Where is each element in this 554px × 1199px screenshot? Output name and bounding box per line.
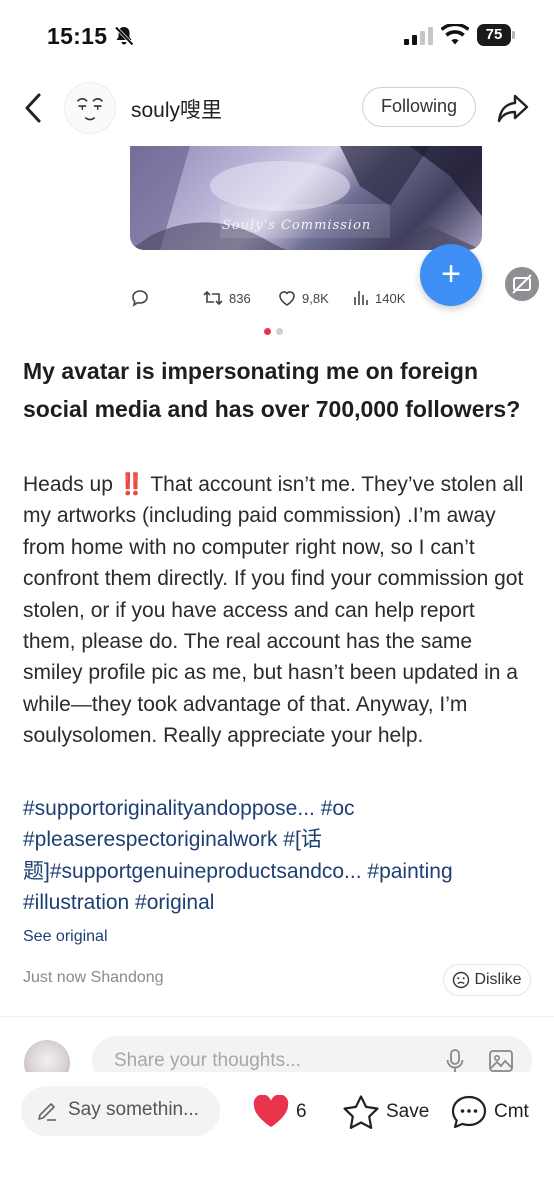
image-icon[interactable]: [488, 1048, 514, 1074]
dislike-label: Dislike: [474, 971, 522, 988]
post-body: Heads up ‼️ That account isn’t me. They’…: [23, 469, 533, 752]
author-name[interactable]: souly嗖里: [131, 94, 222, 124]
status-time: 15:15: [47, 23, 108, 49]
carousel-indicator: [264, 328, 288, 336]
bell-off-icon: [114, 26, 134, 46]
reply-stat: [130, 286, 150, 310]
author-avatar[interactable]: [64, 82, 116, 134]
media-area: Souly's Commission + 836 9,8K 140K: [0, 146, 554, 346]
comment-button[interactable]: Cmt: [450, 1092, 529, 1132]
pencil-icon: [38, 1103, 56, 1121]
star-outline-icon: [343, 1095, 379, 1129]
say-something-input[interactable]: Say somethin...: [21, 1086, 220, 1136]
post-body-text: That account isn’t me. They’ve stolen al…: [23, 473, 524, 748]
views-stat: 140K: [352, 286, 405, 310]
frown-face-icon: [453, 971, 470, 989]
microphone-icon[interactable]: [444, 1048, 466, 1074]
share-arrow-icon[interactable]: [496, 92, 530, 124]
save-label: Save: [386, 1101, 430, 1122]
artwork-image[interactable]: Souly's Commission: [130, 146, 482, 250]
artwork-illustration: [130, 146, 482, 250]
like-button[interactable]: 6: [252, 1092, 307, 1132]
post-header: souly嗖里 Following: [0, 76, 554, 140]
hashtags[interactable]: #supportoriginalityandoppose... #oc #ple…: [23, 793, 533, 919]
say-something-placeholder: Say somethin...: [68, 1099, 199, 1120]
battery-tip: [512, 31, 515, 39]
carousel-dot: [276, 328, 283, 335]
repost-stat: 836: [202, 286, 251, 310]
carousel-dot-active: [264, 328, 271, 335]
like-stat: 9,8K: [277, 286, 329, 310]
post-body-prefix: Heads up: [23, 473, 119, 496]
bottom-action-bar: Say somethin... 6 Save Cmt: [0, 1072, 554, 1199]
reply-bubble-icon: [132, 290, 148, 307]
heart-outline-icon: [279, 291, 295, 306]
tweet-stats-row: 836 9,8K 140K: [130, 286, 470, 310]
repost-count: 836: [229, 290, 251, 306]
see-original-link[interactable]: See original: [23, 928, 108, 946]
like-button-count: 6: [296, 1101, 307, 1122]
save-button[interactable]: Save: [342, 1092, 429, 1132]
no-discount-icon[interactable]: [505, 267, 539, 301]
cellular-signal-icon: [404, 27, 433, 45]
repost-icon: [203, 290, 223, 306]
like-count: 9,8K: [302, 290, 329, 306]
bar-chart-icon: [354, 291, 368, 305]
status-bar: 15:15 75: [0, 0, 554, 70]
comment-placeholder: Share your thoughts...: [114, 1050, 301, 1071]
post-title: My avatar is impersonating me on foreign…: [23, 358, 521, 422]
warning-emoji: ‼️: [118, 473, 145, 496]
wifi-icon: [441, 24, 469, 45]
artwork-caption: Souly's Commission: [222, 218, 372, 233]
heart-filled-icon: [253, 1095, 289, 1127]
battery-indicator: 75: [477, 24, 517, 46]
following-button[interactable]: Following: [362, 87, 476, 127]
comment-bubble-icon: [451, 1095, 487, 1129]
battery-level: 75: [477, 24, 511, 46]
comment-label: Cmt: [494, 1101, 529, 1122]
views-count: 140K: [375, 290, 406, 306]
post-meta: Just now Shandong: [23, 969, 164, 986]
divider: [0, 1016, 554, 1017]
dislike-button[interactable]: Dislike: [443, 964, 531, 996]
back-chevron-icon[interactable]: [20, 92, 48, 124]
